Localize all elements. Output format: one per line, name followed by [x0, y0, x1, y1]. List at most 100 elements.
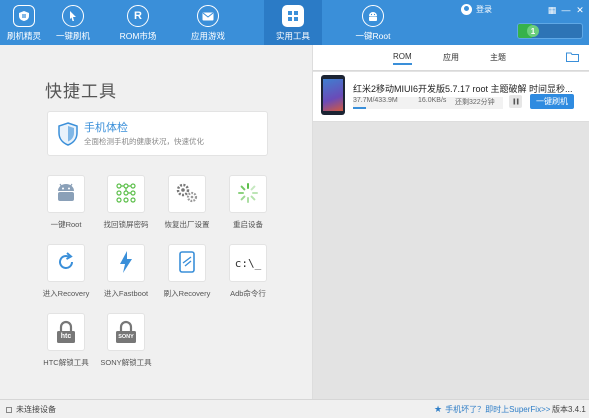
skin-icon[interactable]: ▦: [545, 4, 559, 16]
sony-lock-icon: SONY: [114, 319, 138, 345]
htc-brand-text: htc: [60, 333, 72, 340]
health-desc: 全面检测手机的健康状况，快速优化: [84, 137, 204, 146]
terminal-icon: c:\_: [234, 256, 262, 270]
tab-rom[interactable]: ROM: [393, 52, 412, 65]
tool-factory-reset[interactable]: 恢复出厂设置: [157, 175, 217, 231]
rom-thumbnail: [321, 75, 345, 115]
tool-label: SONY解锁工具: [100, 358, 152, 367]
android-icon: [55, 183, 77, 205]
close-button[interactable]: ✕: [573, 4, 587, 16]
section-title: 快捷工具: [45, 82, 117, 101]
nav-label: 一键刷机: [55, 31, 90, 41]
mail-icon: [197, 5, 219, 27]
download-speed: 16.0KB/s: [418, 97, 447, 104]
tool-label: 重启设备: [233, 220, 263, 229]
nav-rom-market[interactable]: R ROM市场: [98, 0, 178, 45]
minimize-button[interactable]: —: [559, 4, 573, 16]
tool-tile: [168, 175, 206, 213]
one-click-flash-button[interactable]: 一键刷机: [530, 94, 574, 109]
nav-one-click-root[interactable]: 一键Root: [336, 0, 410, 45]
refresh-icon: [55, 251, 77, 275]
download-progress: 37.7M/433.9M 16.0KB/s 还剩322分钟: [353, 97, 503, 109]
gears-icon: [175, 182, 199, 206]
tool-tile: [47, 244, 85, 282]
device-connection-status: 未连接设备: [6, 404, 56, 415]
sony-brand-text: SONY: [118, 334, 134, 340]
tab-apps[interactable]: 应用: [443, 52, 459, 63]
user-icon: [461, 4, 472, 15]
device-status-icon: [6, 406, 12, 413]
tool-flash-recovery[interactable]: 刷入Recovery: [157, 244, 217, 300]
device-state-text: 未连接设备: [16, 405, 56, 414]
tool-tile: SONY: [107, 313, 145, 351]
status-bar: 未连接设备 ★ 手机坏了？即时上SuperFix>> 版本3.4.1: [0, 399, 589, 418]
android-icon: [362, 5, 384, 27]
pause-button[interactable]: [509, 95, 522, 108]
download-panel: ROM 应用 主题 红米2移动MIUI6开发版5.7.17 root 主题破解 …: [313, 45, 589, 399]
login-label: 登录: [476, 5, 492, 14]
nav-label: 刷机精灵: [6, 31, 41, 41]
tool-tile: [47, 175, 85, 213]
folder-icon[interactable]: [566, 52, 579, 64]
nav-shuaji-jingling[interactable]: 刷机精灵: [0, 0, 48, 45]
htc-lock-icon: htc: [54, 319, 78, 345]
pause-icon: [513, 98, 518, 105]
superfix-text: 手机坏了？即时上SuperFix>>: [445, 405, 551, 414]
main-nav: 刷机精灵 一键刷机 R ROM市场 应用游戏 实用工具 一键Root: [0, 0, 410, 45]
r-icon: R: [127, 5, 149, 27]
nav-label: 应用游戏: [190, 31, 225, 41]
top-bar: 刷机精灵 一键刷机 R ROM市场 应用游戏 实用工具 一键Root 登录 ▦ …: [0, 0, 589, 45]
download-remaining: 还剩322分钟: [455, 99, 495, 106]
device-status-indicator[interactable]: 1: [517, 23, 583, 39]
tool-tile: htc: [47, 313, 85, 351]
pattern-lock-icon: [115, 182, 137, 206]
nav-apps-games[interactable]: 应用游戏: [178, 0, 238, 45]
phone-health-check-card[interactable]: 手机体检 全面检测手机的健康状况，快速优化: [47, 111, 268, 156]
tool-label: 进入Fastboot: [103, 289, 149, 298]
tool-tile: [168, 244, 206, 282]
status-number: 1: [527, 25, 539, 37]
tool-adb-command[interactable]: c:\_ Adb命令行: [218, 244, 278, 300]
tool-tile: [107, 244, 145, 282]
star-icon: ★: [434, 404, 443, 414]
shield-icon: [58, 122, 78, 148]
tool-sony-unlock[interactable]: SONY SONY解锁工具: [96, 313, 156, 369]
tool-label: Adb命令行: [230, 289, 266, 298]
nav-label: ROM市场: [119, 31, 157, 41]
tool-enter-recovery[interactable]: 进入Recovery: [36, 244, 96, 300]
loading-icon: [237, 182, 259, 206]
tool-one-click-root[interactable]: 一键Root: [36, 175, 96, 231]
lightning-icon: [118, 250, 134, 276]
tool-label: HTC解锁工具: [43, 358, 89, 367]
tool-tile: [107, 175, 145, 213]
health-title: 手机体检: [84, 122, 128, 134]
tool-label: 一键Root: [50, 220, 82, 229]
download-tabs: ROM 应用 主题: [313, 45, 589, 71]
tab-themes[interactable]: 主题: [490, 52, 506, 63]
nav-label: 一键Root: [355, 31, 391, 41]
tools-panel: 快捷工具 手机体检 全面检测手机的健康状况，快速优化 一键Root 找回锁屏密码: [0, 45, 313, 399]
tool-reboot-device[interactable]: 重启设备: [218, 175, 278, 231]
tool-enter-fastboot[interactable]: 进入Fastboot: [96, 244, 156, 300]
header-right: 登录 ▦ — ✕ 1: [459, 0, 589, 45]
tool-recover-lock-password[interactable]: 找回锁屏密码: [96, 175, 156, 231]
tool-label: 找回锁屏密码: [103, 220, 149, 229]
download-item: 红米2移动MIUI6开发版5.7.17 root 主题破解 时间显秒... 37…: [313, 72, 589, 122]
tablet-icon: [178, 251, 196, 275]
tool-htc-unlock[interactable]: htc HTC解锁工具: [36, 313, 96, 369]
download-size: 37.7M/433.9M: [353, 97, 398, 104]
cursor-icon: [62, 5, 84, 27]
tool-tile: c:\_: [229, 244, 267, 282]
tool-label: 进入Recovery: [42, 289, 90, 298]
tool-label: 刷入Recovery: [163, 289, 211, 298]
login-button[interactable]: 登录: [461, 4, 492, 15]
tool-label: 恢复出厂设置: [164, 220, 210, 229]
superfix-link[interactable]: ★ 手机坏了？即时上SuperFix>>: [434, 404, 550, 415]
download-progress-fill: [353, 107, 367, 109]
nav-label: 实用工具: [275, 31, 310, 41]
shield-s-icon: [13, 5, 35, 27]
grid-icon: [282, 5, 304, 27]
nav-utility-tools[interactable]: 实用工具: [264, 0, 322, 45]
tool-tile: [229, 175, 267, 213]
nav-yijian-shuaji[interactable]: 一键刷机: [48, 0, 98, 45]
